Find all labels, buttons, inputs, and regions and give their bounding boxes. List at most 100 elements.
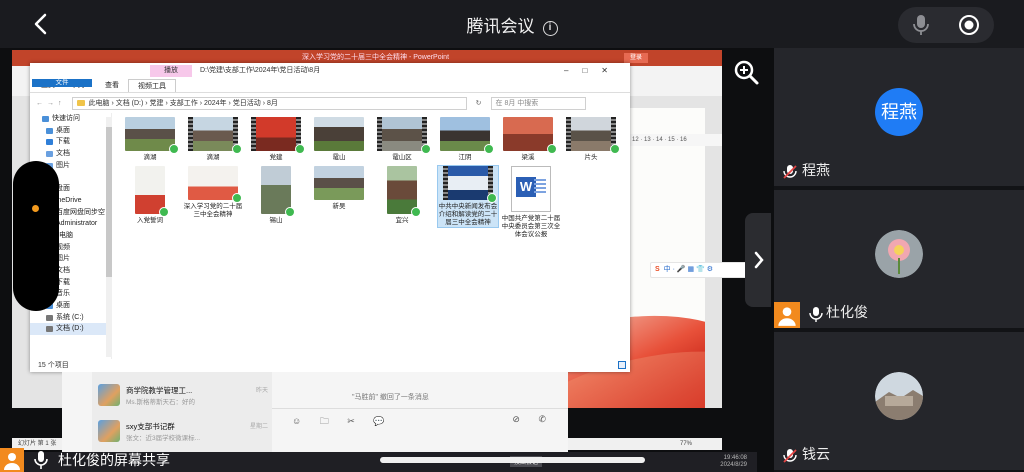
floating-control-pill[interactable] (13, 161, 59, 311)
file-item[interactable]: 宜兴 (372, 166, 432, 225)
explorer-play-tab[interactable]: 播放 (150, 65, 192, 77)
file-name: 新吴 (332, 203, 346, 210)
file-name: 深入学习党的二十届三中全会精神 (183, 203, 243, 218)
ppt-ruler: 12 · 13 · 14 · 15 · 16 (628, 134, 722, 146)
image-thumbnail-icon (188, 166, 242, 203)
file-item[interactable]: 滴湖 (120, 117, 180, 162)
file-item[interactable]: 党建 (246, 117, 306, 162)
file-item[interactable]: 深入学习党的二十届三中全会精神 (183, 166, 243, 219)
image-thumbnail-icon (387, 166, 421, 217)
file-item[interactable]: W 中国共产党第二十届中央委员会第三次全体会议公报 (501, 166, 561, 239)
image-thumbnail-icon (135, 166, 169, 217)
file-item[interactable]: 江阴 (435, 117, 495, 162)
video-thumbnail-icon (377, 117, 431, 154)
expand-panel-button[interactable] (745, 213, 771, 307)
file-name: 中国共产党第二十届中央委员会第三次全体会议公报 (501, 215, 561, 238)
sync-check-icon (285, 207, 295, 217)
sync-check-icon (159, 207, 169, 217)
file-name: 锡山 (269, 217, 283, 224)
ppt-login-button[interactable]: 登录 (623, 53, 648, 63)
chat-call-tools[interactable]: ⊘ ✆ (512, 414, 554, 425)
window-controls[interactable]: –□✕ (564, 63, 622, 79)
sogou-ime-toolbar[interactable]: S中 · 🎤 ▦ 👕 ⚙ (650, 262, 755, 278)
file-item[interactable]: 新吴 (309, 166, 369, 211)
folder-icon (46, 127, 53, 134)
meeting-app: 腾讯会议 i 深入学习党的二十届三中全会精神 - PowerPoint 登录 12… (0, 0, 1024, 472)
chat-date: 昨天 (255, 388, 268, 394)
mic-muted-icon (783, 449, 797, 463)
info-icon[interactable]: i (542, 21, 558, 36)
folder-icon (42, 116, 49, 122)
nav-item[interactable]: 桌面 (30, 125, 111, 137)
nav-item[interactable]: 系统 (C:) (30, 312, 111, 324)
menu-view[interactable]: 查看 (96, 79, 128, 92)
video-thumbnail-icon (188, 117, 242, 154)
chat-date: 星期二 (249, 424, 268, 430)
image-thumbnail-icon (314, 166, 364, 200)
file-item[interactable]: 滴湖 (183, 117, 243, 162)
view-toggle-icon[interactable] (618, 361, 626, 369)
nav-item[interactable]: 下载 (30, 136, 111, 148)
file-item[interactable]: 梁溪 (498, 117, 558, 162)
ppt-zoom-level[interactable]: 77% (680, 438, 692, 450)
file-name: 入党誓词 (137, 217, 163, 224)
home-indicator[interactable] (380, 457, 645, 463)
file-name: 片头 (584, 154, 598, 161)
sogou-logo-icon: S (655, 266, 660, 273)
chat-list-item[interactable]: 商学院教学管理工... Ms.斯格蒂斯天石：好的 昨天 (98, 382, 268, 408)
explorer-body: 快速访问 桌面 下载 文档 图片 盘面 OneDrive 百度网盘同步空 Administrat… (30, 113, 630, 359)
chat-list-item[interactable]: sxy支部书记群 张文：近3届学校微课标... 星期二 (98, 418, 268, 444)
file-item[interactable]: 鼋山区 (372, 117, 432, 162)
zoom-in-icon[interactable] (732, 58, 760, 86)
top-bar: 腾讯会议 i (0, 0, 1024, 48)
menu-file[interactable]: 文件 (32, 79, 92, 87)
nav-item-label: Administrator (56, 220, 98, 228)
chat-divider (272, 408, 568, 409)
file-name: 中共中央新闻发布会 介绍和解读党的二十届三中全会精神 (438, 203, 498, 226)
nav-item-label: 图片 (56, 161, 70, 169)
sync-check-icon (547, 144, 557, 154)
nav-item[interactable]: 快速访问 (30, 113, 111, 125)
menu-video-tools[interactable]: 视频工具 (128, 79, 176, 92)
file-item[interactable]: 片头 (561, 117, 621, 162)
file-explorer-window: 播放 D:\党建\支部工作\2024年\党日活动\8月 –□✕ 文件 主页 共享… (30, 63, 630, 372)
participant-tile[interactable]: 程燕 程燕 (774, 48, 1024, 188)
record-icon[interactable] (958, 14, 980, 36)
nav-item-label: 快速访问 (52, 115, 80, 122)
file-item[interactable]: 锡山 (246, 166, 306, 225)
participant-tile[interactable]: 杜化俊 (774, 190, 1024, 330)
refresh-icon[interactable]: ↻ (473, 99, 485, 107)
explorer-status-bar: 15 个项目 (30, 359, 630, 372)
avatar (875, 372, 923, 420)
image-thumbnail-icon (314, 117, 364, 151)
sync-check-icon (484, 144, 494, 154)
video-thumbnail-icon (566, 117, 620, 154)
file-item[interactable]: 入党誓词 (120, 166, 180, 225)
microphone-icon[interactable] (912, 14, 930, 36)
sync-check-icon (295, 144, 305, 154)
address-bar[interactable]: 此电脑 › 文档 (D:) › 党建 › 支部工作 › 2024年 › 党日活动… (71, 96, 467, 110)
file-grid: 滴湖 滴湖 党建 鼋山 鼋山区 江阴 梁溪 片头 入党誓词 深入学习党的二十届三中全会精神 锡山 新吴… (120, 113, 625, 343)
file-name: 滴湖 (143, 154, 157, 161)
file-name: 江阴 (458, 154, 472, 161)
avatar: 程燕 (875, 88, 923, 136)
chat-preview: 张文：近3届学校微课标... (126, 435, 201, 442)
nav-arrows-icon[interactable]: ←→↑ (36, 100, 66, 107)
nav-item[interactable]: 文档 (30, 148, 111, 160)
chat-name: 商学院教学管理工... (126, 386, 193, 395)
sync-check-icon (169, 144, 179, 154)
file-item[interactable]: 鼋山 (309, 117, 369, 162)
image-thumbnail-icon (440, 117, 494, 154)
sync-check-icon (232, 144, 242, 154)
sync-check-icon (421, 144, 431, 154)
search-input[interactable]: 在 8月 中搜索 (490, 96, 586, 110)
shared-screen: 深入学习党的二十届三中全会精神 - PowerPoint 登录 12 · 13 … (0, 48, 774, 472)
participant-tile[interactable]: 钱云 (774, 332, 1024, 472)
chat-input-tools[interactable]: ☺ 🗀 ✂ 💬 (292, 414, 392, 430)
nav-scrollbar-thumb[interactable] (106, 127, 112, 277)
nav-scrollbar[interactable] (106, 117, 112, 357)
nav-item[interactable]: 文档 (D:) (30, 323, 111, 336)
folder-icon (46, 314, 53, 321)
file-item[interactable]: 中共中央新闻发布会 介绍和解读党的二十届三中全会精神 (437, 165, 499, 228)
sync-check-icon (487, 193, 497, 203)
